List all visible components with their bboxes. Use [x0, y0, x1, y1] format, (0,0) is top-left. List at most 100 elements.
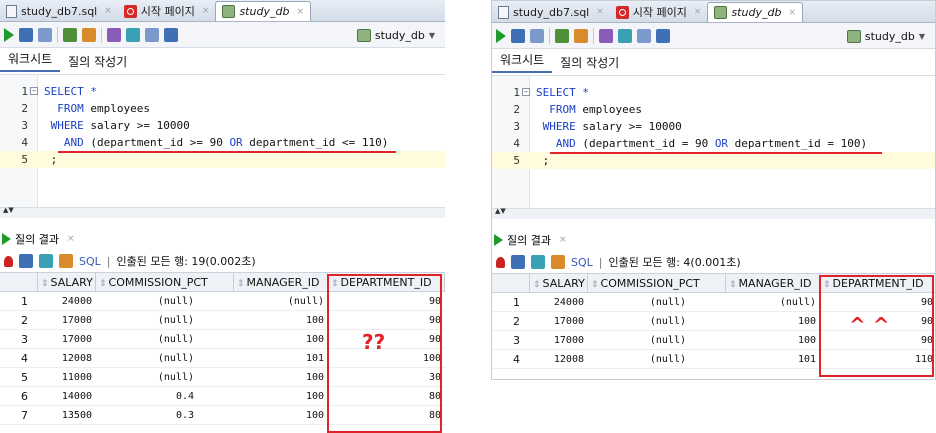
table-cell: 17000 — [553, 316, 584, 327]
column-header-salary[interactable]: ⇕ SALARY — [530, 274, 588, 293]
subtab-query-builder[interactable]: 질의 작성기 — [552, 54, 627, 71]
column-header-commission-pct[interactable]: ⇕ COMMISSION_PCT — [96, 273, 234, 292]
export-icon[interactable] — [59, 254, 73, 268]
explain-plan-icon[interactable] — [82, 27, 96, 42]
query-result-label: 질의 결과 — [15, 233, 59, 246]
subtab-worksheet[interactable]: 워크시트 — [492, 51, 553, 73]
sql-button[interactable]: SQL — [571, 256, 593, 269]
editor-tab-label: study_db — [239, 5, 290, 18]
sql-tuning-icon[interactable] — [126, 27, 140, 42]
line-number: 3 — [21, 119, 28, 132]
code-token: OR — [229, 136, 243, 149]
query-result-tab[interactable]: 질의 결과 × — [0, 228, 445, 250]
collapse-arrows-icon[interactable]: ▲▼ — [3, 207, 14, 214]
sort-icon[interactable]: ⇕ — [237, 279, 245, 289]
close-icon[interactable]: × — [104, 6, 112, 16]
row-number: 7 — [21, 409, 28, 422]
toolbar-separator — [101, 26, 102, 43]
connection-selector[interactable]: study_db ▼ — [841, 26, 931, 46]
line-number: 2 — [21, 102, 28, 115]
query-result-label: 질의 결과 — [507, 234, 551, 247]
code-text: AND (department_id >= 90 OR department_i… — [44, 134, 389, 151]
sql-button[interactable]: SQL — [79, 255, 101, 268]
sort-icon[interactable]: ⇕ — [591, 280, 599, 290]
clear-icon[interactable] — [637, 28, 651, 43]
autotrace-icon[interactable] — [107, 27, 121, 42]
close-icon[interactable]: × — [596, 7, 604, 17]
pin-icon[interactable] — [4, 255, 13, 267]
code-token: (department_id = 90 — [582, 137, 715, 150]
commit-icon[interactable] — [38, 27, 52, 42]
pin-icon[interactable] — [496, 256, 505, 268]
run-script-icon[interactable] — [19, 27, 33, 42]
subtab-worksheet[interactable]: 워크시트 — [0, 50, 61, 72]
column-header-manager-id[interactable]: ⇕ MANAGER_ID — [726, 274, 820, 293]
editor-line: 2 FROM employees — [0, 100, 445, 117]
connection-selector[interactable]: study_db ▼ — [351, 25, 441, 45]
table-cell: 100 — [797, 335, 816, 346]
column-header-manager-id[interactable]: ⇕ MANAGER_ID — [234, 273, 328, 292]
refresh-icon[interactable] — [39, 254, 53, 268]
print-icon[interactable] — [19, 254, 33, 268]
editor-tab-1[interactable]: study_db7.sql × — [492, 2, 610, 22]
fold-toggle-icon[interactable]: − — [522, 88, 530, 96]
subtab-query-builder[interactable]: 질의 작성기 — [60, 53, 135, 70]
close-icon[interactable]: × — [694, 7, 702, 17]
column-header-label: COMMISSION_PCT — [108, 276, 208, 289]
database-icon — [846, 29, 861, 43]
column-header-salary[interactable]: ⇕ SALARY — [38, 273, 96, 292]
fold-toggle-icon[interactable]: − — [30, 87, 38, 95]
table-cell: (null) — [649, 335, 686, 346]
query-result-tab[interactable]: 질의 결과 × — [492, 229, 935, 251]
print-icon[interactable] — [511, 255, 525, 269]
run-statement-icon[interactable] — [496, 28, 506, 43]
line-number: 4 — [21, 136, 28, 149]
editor-tab-3[interactable]: study_db × — [215, 1, 311, 21]
sql-tuning-icon[interactable] — [618, 28, 632, 43]
close-icon[interactable]: × — [296, 7, 304, 17]
left-screenshot-panel: study_db7.sql × 시작 페이지 × study_db × study_db ▼ 워… — [0, 0, 445, 433]
clear-icon[interactable] — [145, 27, 159, 42]
right-screenshot-panel: study_db7.sql × 시작 페이지 × study_db × study_db ▼ 워… — [491, 0, 936, 380]
toolbar-separator: | — [106, 254, 111, 268]
sort-icon[interactable]: ⇕ — [729, 280, 737, 290]
editor-tab-2[interactable]: 시작 페이지 × — [610, 2, 708, 22]
sort-icon[interactable]: ⇕ — [99, 279, 107, 289]
refresh-icon[interactable] — [531, 255, 545, 269]
table-cell: 24000 — [61, 296, 92, 307]
editor-tab-3[interactable]: study_db × — [707, 2, 803, 22]
close-icon[interactable]: × — [559, 235, 567, 245]
run-script-icon[interactable] — [511, 28, 525, 43]
sql-editor[interactable]: 1− SELECT * 2 FROM employees 3 WHERE salary… — [0, 74, 445, 208]
close-icon[interactable]: × — [202, 6, 210, 16]
rollback-icon[interactable] — [555, 28, 569, 43]
row-number: 2 — [21, 314, 28, 327]
export-icon[interactable] — [551, 255, 565, 269]
sort-icon[interactable]: ⇕ — [41, 279, 49, 289]
table-cell: 100 — [305, 315, 324, 326]
autotrace-icon[interactable] — [599, 28, 613, 43]
panel-splitter[interactable]: ▲▼ — [0, 207, 445, 218]
editor-tab-2[interactable]: 시작 페이지 × — [118, 1, 216, 21]
table-cell: 100 — [305, 410, 324, 421]
collapse-arrows-icon[interactable]: ▲▼ — [495, 208, 506, 215]
panel-splitter[interactable]: ▲▼ — [492, 208, 935, 219]
close-icon[interactable]: × — [788, 8, 796, 18]
close-icon[interactable]: × — [67, 234, 75, 244]
column-header-commission-pct[interactable]: ⇕ COMMISSION_PCT — [588, 274, 726, 293]
rollback-icon[interactable] — [63, 27, 77, 42]
table-cell: (null) — [157, 315, 194, 326]
editor-tab-1[interactable]: study_db7.sql × — [0, 1, 118, 21]
history-icon[interactable] — [164, 27, 178, 42]
connection-label: study_db — [864, 29, 915, 43]
sort-icon[interactable]: ⇕ — [533, 280, 541, 290]
sql-editor[interactable]: 1− SELECT * 2 FROM employees 3 WHERE salary… — [492, 75, 935, 209]
line-number: 5 — [513, 154, 520, 167]
code-token: * — [582, 86, 589, 99]
run-statement-icon[interactable] — [4, 27, 14, 42]
table-cell: 17000 — [61, 315, 92, 326]
table-cell: 100 — [305, 334, 324, 345]
explain-plan-icon[interactable] — [574, 28, 588, 43]
history-icon[interactable] — [656, 28, 670, 43]
commit-icon[interactable] — [530, 28, 544, 43]
